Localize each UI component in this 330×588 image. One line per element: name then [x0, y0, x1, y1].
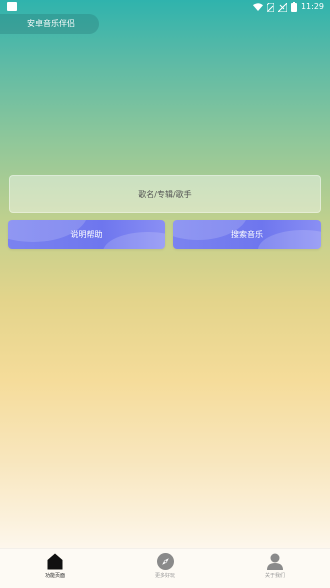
search-music-button-label: 搜索音乐 — [231, 230, 263, 239]
status-bar: 11:29 — [0, 0, 330, 14]
status-time: 11:29 — [300, 2, 324, 11]
compass-icon — [156, 553, 174, 570]
home-icon — [47, 553, 63, 570]
button-wave-decoration — [258, 230, 321, 249]
no-sim-icon — [266, 2, 274, 12]
help-button[interactable]: 说明帮助 — [8, 220, 165, 249]
tab-about-label: 关于我们 — [264, 573, 285, 579]
search-music-button[interactable]: 搜索音乐 — [173, 220, 321, 249]
app-title: 安卓音乐伴侣 — [0, 14, 99, 34]
app-notification-icon — [7, 2, 17, 11]
help-button-label: 说明帮助 — [70, 230, 103, 239]
tab-more-label: 更多好玩 — [154, 573, 175, 579]
search-box[interactable] — [9, 175, 321, 213]
person-icon — [267, 553, 283, 570]
signal-icon — [277, 2, 287, 12]
tab-home-label: 功能页面 — [44, 573, 65, 579]
wifi-icon — [252, 3, 263, 11]
tab-about[interactable]: 关于我们 — [235, 549, 315, 588]
tab-more[interactable]: 更多好玩 — [125, 549, 205, 588]
button-wave-decoration — [103, 232, 165, 249]
tab-home[interactable]: 功能页面 — [15, 549, 95, 588]
battery-icon — [290, 2, 297, 12]
bottom-tab-bar: 功能页面 更多好玩 关于我们 — [0, 548, 330, 588]
search-input[interactable] — [10, 176, 320, 212]
status-indicators: 11:29 — [252, 2, 324, 12]
